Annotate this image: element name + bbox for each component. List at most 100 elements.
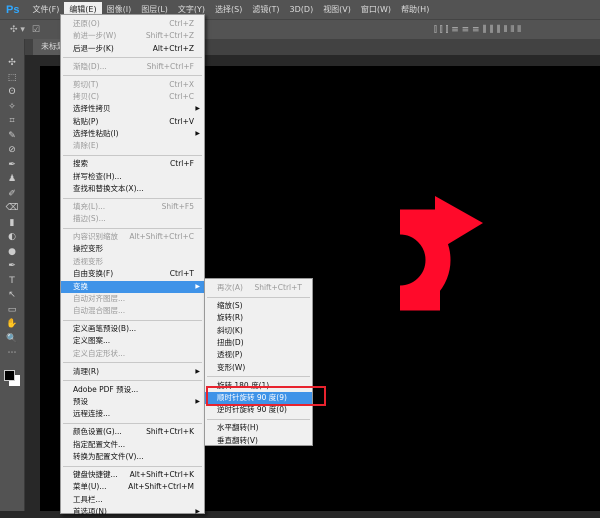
tool-icon-17[interactable]: ▭ (4, 304, 20, 318)
edit_menu-item[interactable]: 选择性拷贝 ▶ (61, 103, 204, 115)
menu-0[interactable]: 文件(F) (27, 2, 64, 17)
menu-item-label: 键盘快捷键... (73, 469, 118, 479)
edit_menu-item[interactable]: 内容识别缩放 Alt+Shift+Ctrl+C (61, 231, 204, 243)
tool-icon-18[interactable]: ✋ (4, 318, 20, 332)
menu-10[interactable]: 帮助(H) (396, 2, 434, 17)
menu-item-label: 选择性拷贝 (73, 104, 111, 114)
edit_menu-item[interactable]: 描边(S)... (61, 213, 204, 225)
edit_menu-item[interactable]: 还原(O) Ctrl+Z (61, 18, 204, 30)
edit_menu-item[interactable]: 远程连接... (61, 408, 204, 420)
menu-item-label: 变换 (73, 281, 88, 291)
menu-item-label: 查找和替换文本(X)... (73, 183, 144, 193)
menu-item-label: 缩放(S) (217, 300, 243, 310)
transform_submenu-item[interactable]: 再次(A) Shift+Ctrl+T (205, 282, 312, 294)
edit_menu-item[interactable]: 定义自定形状... (61, 348, 204, 360)
menu-7[interactable]: 3D(D) (285, 2, 319, 17)
edit_menu-item[interactable]: 拼写检查(H)... (61, 171, 204, 183)
tool-icon-10[interactable]: ⌫ (4, 202, 20, 216)
transform_submenu-item[interactable]: 斜切(K) (205, 325, 312, 337)
transform_submenu-item[interactable]: 垂直翻转(V) (205, 435, 312, 447)
submenu-arrow-icon: ▶ (195, 105, 200, 113)
menu-item-label: 还原(O) (73, 19, 100, 28)
menu-8[interactable]: 视图(V) (318, 2, 356, 17)
menu-item-shortcut: Ctrl+Z (169, 19, 194, 28)
align-icons[interactable]: ⫿ ⫿ ⫿ ≡ ≡ ≡ ⫼ ⫼ ⫼ ⦀ ⦀ ⦀ (434, 25, 521, 35)
menu-item-label: 斜切(K) (217, 325, 243, 335)
tool-icon-0[interactable]: ✣ (4, 57, 20, 71)
edit_menu-item[interactable]: 首选项(N) ▶ (61, 506, 204, 518)
edit_menu-item[interactable]: 操控变形 (61, 243, 204, 255)
edit_menu-item[interactable]: 自由变换(F) Ctrl+T (61, 268, 204, 280)
menu-item-label: 拷贝(C) (73, 91, 100, 101)
tool-icon-14[interactable]: ✒ (4, 260, 20, 274)
edit_menu-item[interactable]: 搜索 Ctrl+F (61, 158, 204, 170)
edit_menu-item[interactable]: 剪切(T) Ctrl+X (61, 79, 204, 91)
color-swatches[interactable] (4, 369, 20, 386)
tool-icon-7[interactable]: ✒ (4, 159, 20, 173)
edit_menu-item[interactable]: Adobe PDF 预设... (61, 384, 204, 396)
tool-icon-13[interactable]: ● (4, 246, 20, 260)
transform_submenu-item[interactable]: 扭曲(D) (205, 337, 312, 349)
menu-item-label: 再次(A) (217, 283, 243, 292)
edit_menu-item[interactable]: 预设 ▶ (61, 396, 204, 408)
edit_menu-item[interactable]: 粘贴(P) Ctrl+V (61, 116, 204, 128)
auto-select-checkbox[interactable]: ☑ (32, 25, 40, 35)
edit_menu-item[interactable]: 定义画笔预设(B)... (61, 323, 204, 335)
tool-icon-3[interactable]: ✧ (4, 101, 20, 115)
transform_submenu-item[interactable]: 缩放(S) (205, 300, 312, 312)
edit_menu-item[interactable]: 前进一步(W) Shift+Ctrl+Z (61, 30, 204, 42)
tool-icon-5[interactable]: ✎ (4, 130, 20, 144)
transform_submenu-item[interactable]: 旋转(R) (205, 312, 312, 324)
tool-icon-2[interactable]: ʘ (4, 86, 20, 100)
menu-9[interactable]: 窗口(W) (356, 2, 396, 17)
transform_submenu-item[interactable]: 变形(W) (205, 362, 312, 374)
edit_menu-item[interactable]: 透视变形 (61, 256, 204, 268)
tool-icon-9[interactable]: ✐ (4, 188, 20, 202)
edit_menu-item[interactable]: 颜色设置(G)... Shift+Ctrl+K (61, 426, 204, 438)
tool-icon-20[interactable]: ⋯ (4, 347, 20, 361)
edit_menu-item[interactable]: 指定配置文件... (61, 439, 204, 451)
edit_menu-item[interactable]: 定义图案... (61, 335, 204, 347)
edit_menu-item[interactable]: 选择性粘贴(I) ▶ (61, 128, 204, 140)
menu-item-label: 定义自定形状... (73, 348, 126, 358)
menu-item-label: 指定配置文件... (73, 439, 126, 449)
tool-icon-11[interactable]: ▮ (4, 217, 20, 231)
tool-icon-4[interactable]: ⌗ (4, 115, 20, 129)
menu-6[interactable]: 滤镜(T) (247, 2, 284, 17)
edit_menu-item[interactable]: 清理(R) ▶ (61, 366, 204, 378)
menu-item-label: 填充(L)... (73, 201, 106, 211)
photoshop-logo: Ps (6, 3, 20, 16)
edit_menu-item[interactable]: 拷贝(C) Ctrl+C (61, 91, 204, 103)
tool-icon-1[interactable]: ⬚ (4, 72, 20, 86)
edit_menu-item[interactable]: 清除(E) (61, 140, 204, 152)
tool-icon-19[interactable]: 🔍 (4, 333, 20, 347)
tool-icon-6[interactable]: ⊘ (4, 144, 20, 158)
transform_submenu-item[interactable]: 水平翻转(H) (205, 422, 312, 434)
edit_menu-item[interactable]: 菜单(U)... Alt+Shift+Ctrl+M (61, 481, 204, 493)
tools-panel: ✣ ⬚ ʘ ✧ ⌗ ✎ ⊘ ✒ ♟ ✐ ⌫ ▮ ◐ ● ✒ T ↖ ▭ ✋ 🔍 ⋯ (0, 39, 25, 511)
transform_submenu-item[interactable]: 透视(P) (205, 349, 312, 361)
menu-item-label: 渐隐(D)... (73, 61, 107, 71)
tool-icon-15[interactable]: T (4, 275, 20, 289)
edit_menu-item[interactable]: 填充(L)... Shift+F5 (61, 201, 204, 213)
edit_menu-item[interactable]: 后退一步(K) Alt+Ctrl+Z (61, 43, 204, 55)
transform_submenu-item[interactable]: 逆时针旋转 90 度(0) (205, 404, 312, 416)
menu-item-label: 描边(S)... (73, 214, 106, 224)
edit_menu-item[interactable]: 工具栏... (61, 494, 204, 506)
move-tool-icon[interactable]: ✣ ▾ (10, 25, 25, 35)
menu-item-label: 水平翻转(H) (217, 423, 259, 433)
menu-separator (63, 380, 202, 382)
edit_menu-item[interactable]: 键盘快捷键... Alt+Shift+Ctrl+K (61, 469, 204, 481)
tool-icon-8[interactable]: ♟ (4, 173, 20, 187)
edit_menu-item[interactable]: 渐隐(D)... Shift+Ctrl+F (61, 61, 204, 73)
edit_menu-item[interactable]: 自动对齐图层... (61, 293, 204, 305)
tool-icon-12[interactable]: ◐ (4, 231, 20, 245)
tool-icon-16[interactable]: ↖ (4, 289, 20, 303)
edit_menu-item[interactable]: 变换 ▶ (61, 280, 204, 293)
edit_menu-item[interactable]: 自动混合图层... (61, 305, 204, 317)
menu-item-shortcut: Shift+Ctrl+T (254, 283, 302, 292)
menu-item-label: 清理(R) (73, 366, 100, 376)
menu-5[interactable]: 选择(S) (210, 2, 247, 17)
edit_menu-item[interactable]: 转换为配置文件(V)... (61, 451, 204, 463)
edit_menu-item[interactable]: 查找和替换文本(X)... (61, 183, 204, 195)
